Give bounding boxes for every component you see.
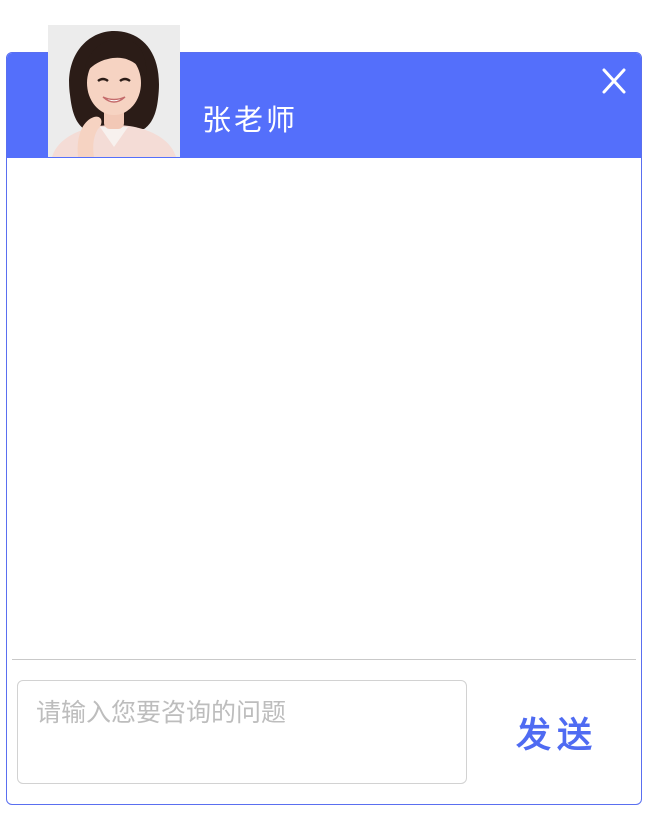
divider xyxy=(12,659,636,660)
message-area[interactable] xyxy=(7,158,641,658)
question-input[interactable] xyxy=(17,680,467,784)
send-button[interactable]: 发送 xyxy=(498,700,616,764)
teacher-portrait-icon xyxy=(48,25,180,157)
close-button[interactable] xyxy=(596,64,632,100)
teacher-name: 张老师 xyxy=(202,103,299,137)
close-icon[interactable] xyxy=(596,64,632,100)
teacher-avatar xyxy=(48,25,180,157)
